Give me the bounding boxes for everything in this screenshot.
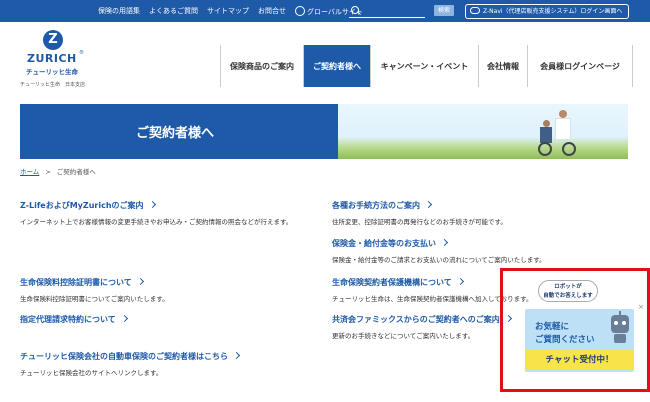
utility-links: 保険の用語集 よくあるご質問 サイトマップ お問合せ グローバルサイト <box>98 0 363 22</box>
entry-description: 住所変更、控除証明書の再発行などのお手続きが可能です。 <box>332 218 507 226</box>
link-designated-proxy[interactable]: 指定代理請求特約について <box>20 314 128 325</box>
zurich-logo[interactable]: Z ZURICH ® チューリッヒ生命 チューリッヒ生命 日本支店 <box>20 30 100 90</box>
breadcrumb-separator: > <box>45 168 51 176</box>
link-faq[interactable]: よくあるご質問 <box>149 6 198 16</box>
entry-title: 生命保険料控除証明書について <box>20 278 132 287</box>
entry-title: 保険金・給付金等のお支払い <box>332 239 436 248</box>
robot-eye <box>622 321 626 325</box>
chevron-right-icon <box>136 277 144 286</box>
chat-line-1: お気軽に <box>535 322 570 332</box>
search-button[interactable]: 検索 <box>434 5 454 16</box>
registered-mark: ® <box>79 50 84 56</box>
chat-bubble: ロボットが 自動でお答えします <box>538 280 598 302</box>
link-zlife-myzurich[interactable]: Z-LifeおよびMyZurichのご案内 <box>20 200 310 211</box>
nav-member-login[interactable]: 会員様ログインページ <box>527 45 633 87</box>
entry-description: 生命保険料控除証明書についてご案内いたします。 <box>20 295 169 303</box>
banner-bicycle-wheel <box>538 142 552 156</box>
robot-eye <box>614 321 618 325</box>
list-item: 指定代理請求特約について <box>20 314 128 325</box>
logo-wordmark: ZURICH <box>27 52 77 65</box>
search-input[interactable] <box>349 5 425 18</box>
page-title: ご契約者様へ <box>136 126 215 141</box>
entry-description: チューリッヒ保険会社のサイトへリンクします。 <box>20 369 163 377</box>
banner-person-body <box>555 118 571 140</box>
chevron-right-icon <box>232 351 241 360</box>
chevron-right-icon <box>424 200 433 209</box>
link-claims-payment[interactable]: 保険金・給付金等のお支払い <box>332 238 622 249</box>
chevron-right-icon <box>120 314 128 323</box>
nav-policyholders[interactable]: ご契約者様へ <box>303 45 370 87</box>
nav-products[interactable]: 保険商品のご案内 <box>220 45 303 87</box>
entry-title: Z-LifeおよびMyZurichのご案内 <box>20 201 144 210</box>
banner-person-head <box>543 120 550 127</box>
link-deduction-certificate[interactable]: 生命保険料控除証明書について <box>20 277 310 288</box>
entry-description: インターネット上でお客様情報の変更手続きやお申込み・ご契約情報の照会などが行えま… <box>20 218 293 226</box>
link-contact[interactable]: お問合せ <box>258 6 286 16</box>
list-item: 保険金・給付金等のお支払い 保険金・給付金等のご請求とお支払いの流れについてご案… <box>332 238 622 266</box>
close-icon[interactable]: × <box>638 304 644 311</box>
entry-description: 保険金・給付金等のご請求とお支払いの流れについてご案内いたします。 <box>332 256 546 264</box>
nav-company[interactable]: 会社情報 <box>478 45 527 87</box>
list-item: 生命保険料控除証明書について 生命保険料控除証明書についてご案内いたします。 <box>20 277 310 305</box>
logo-branch: チューリッヒ生命 日本支店 <box>20 82 86 88</box>
znavi-login-button[interactable]: Z-Navi（代理店販売支援システム）ログイン画面へ <box>465 4 629 19</box>
link-glossary[interactable]: 保険の用語集 <box>98 6 140 16</box>
znavi-label: Z-Navi（代理店販売支援システム）ログイン画面へ <box>483 8 623 15</box>
chat-line-2: ご質問ください <box>535 335 595 345</box>
robot-antenna <box>619 311 621 315</box>
link-sitemap[interactable]: サイトマップ <box>207 6 249 16</box>
chat-widget[interactable]: ロボットが 自動でお答えします お気軽に ご質問ください チャット受付中！ × <box>525 280 644 372</box>
search-icon <box>351 6 359 14</box>
banner-person-head <box>559 110 567 118</box>
entry-title: 指定代理請求特約について <box>20 315 116 324</box>
banner-bicycle-wheel <box>562 142 576 156</box>
list-item: チューリッヒ保険会社の自動車保険のご契約者様はこちら チューリッヒ保険会社のサイ… <box>20 351 310 379</box>
page-banner: ご契約者様へ <box>20 104 628 159</box>
nav-campaigns[interactable]: キャンペーン・イベント <box>370 45 478 87</box>
main-nav: 保険商品のご案内 ご契約者様へ キャンペーン・イベント 会社情報 会員様ログイン… <box>220 45 633 87</box>
chevron-right-icon <box>148 200 156 209</box>
breadcrumb-current: ご契約者様へ <box>56 168 96 176</box>
logo-company-name: チューリッヒ生命 <box>26 68 78 76</box>
globe-icon <box>295 5 305 16</box>
entry-title: チューリッヒ保険会社の自動車保険のご契約者様はこちら <box>20 352 228 361</box>
entry-title: 生命保険契約者保護機構について <box>332 278 452 287</box>
banner-person-body <box>540 127 552 143</box>
robot-icon <box>611 311 629 333</box>
breadcrumb: ホーム > ご契約者様へ <box>20 166 96 176</box>
entry-title: 共済会ファミックスからのご契約者へのご案内 <box>332 315 500 324</box>
zurich-mark-icon: Z <box>43 30 63 50</box>
list-item: Z-LifeおよびMyZurichのご案内 インターネット上でお客様情報の変更手… <box>20 200 310 228</box>
chevron-right-icon <box>440 238 449 247</box>
utility-bar: 保険の用語集 よくあるご質問 サイトマップ お問合せ グローバルサイト 検索 Z… <box>0 0 650 22</box>
breadcrumb-home[interactable]: ホーム <box>20 168 39 176</box>
chat-start-button[interactable]: チャット受付中！ <box>525 350 634 370</box>
list-item: 各種お手続方法のご案内 住所変更、控除証明書の再発行などのお手続きが可能です。 <box>332 200 622 228</box>
link-procedures[interactable]: 各種お手続方法のご案内 <box>332 200 622 211</box>
chevron-right-icon <box>456 277 464 286</box>
banner-photo <box>338 104 628 159</box>
link-auto-insurance[interactable]: チューリッヒ保険会社の自動車保険のご契約者様はこちら <box>20 351 310 362</box>
entry-title: 各種お手続方法のご案内 <box>332 201 420 210</box>
robot-body <box>614 334 626 343</box>
cloud-icon <box>470 7 480 14</box>
